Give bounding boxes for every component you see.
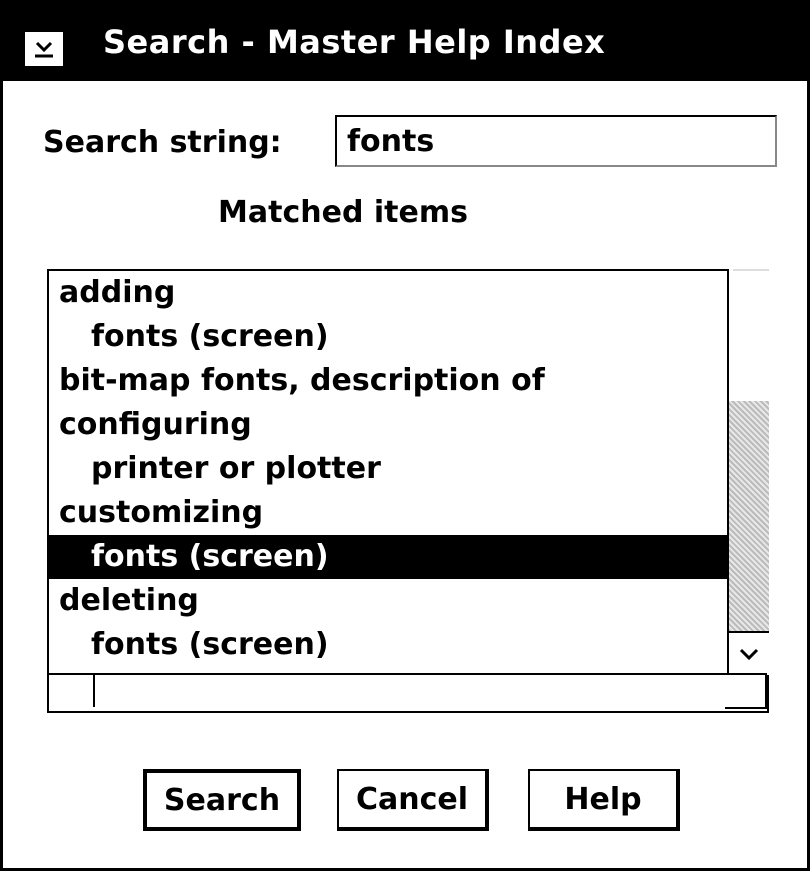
scroll-down-button[interactable] — [729, 631, 769, 675]
list-item-selected[interactable]: fonts (screen) — [49, 535, 753, 579]
list-item[interactable]: fonts (screen) — [49, 623, 761, 667]
system-menu-icon[interactable] — [23, 30, 65, 68]
matched-items-list: adding fonts (screen) bit-map fonts, descr… — [49, 271, 761, 675]
horizontal-scroll-thumb[interactable] — [49, 675, 95, 707]
search-dialog: Search - Master Help Index Search string… — [0, 0, 810, 871]
list-item[interactable]: fonts (screen) — [49, 315, 761, 359]
chevron-down-icon — [739, 648, 759, 661]
search-button[interactable]: Search — [143, 769, 301, 831]
vertical-scrollbar[interactable] — [727, 269, 769, 675]
window-title: Search - Master Help Index — [103, 23, 606, 61]
matched-items-listbox[interactable]: adding fonts (screen) bit-map fonts, descr… — [47, 269, 769, 713]
list-item[interactable]: configuring — [49, 403, 761, 447]
horizontal-scrollbar[interactable] — [49, 673, 767, 711]
list-item[interactable]: customizing — [49, 491, 761, 535]
list-item[interactable]: adding — [49, 271, 761, 315]
title-bar[interactable]: Search - Master Help Index — [3, 3, 807, 81]
help-button[interactable]: Help — [528, 769, 680, 831]
list-item[interactable]: printer or plotter — [49, 447, 761, 491]
horizontal-scroll-end — [725, 675, 767, 709]
matched-items-label: Matched items — [218, 195, 468, 230]
cancel-button[interactable]: Cancel — [337, 769, 489, 831]
scroll-thumb[interactable] — [733, 269, 769, 403]
list-item[interactable]: bit-map fonts, description of — [49, 359, 761, 403]
list-item[interactable]: deleting — [49, 579, 761, 623]
scroll-track[interactable] — [729, 401, 769, 631]
search-string-label: Search string: — [43, 125, 282, 160]
search-string-input[interactable] — [335, 115, 777, 167]
